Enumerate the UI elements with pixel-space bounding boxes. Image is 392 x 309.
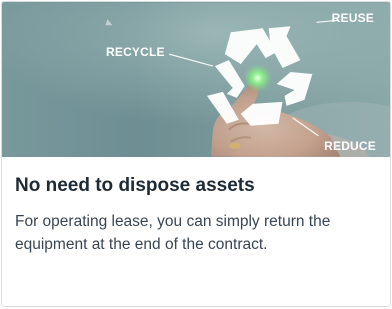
recycle-label: RECYCLE bbox=[106, 45, 165, 59]
reuse-label: REUSE bbox=[331, 11, 374, 25]
card-description: For operating lease, you can simply retu… bbox=[15, 213, 331, 253]
hero-illustration bbox=[2, 2, 390, 157]
hero-image: RECYCLE REUSE REDUCE bbox=[2, 2, 390, 157]
feature-card: RECYCLE REUSE REDUCE No need to dispose … bbox=[1, 1, 391, 307]
card-title: No need to dispose assets bbox=[15, 175, 255, 196]
reduce-label: REDUCE bbox=[324, 139, 376, 153]
glow-spot bbox=[243, 64, 272, 92]
